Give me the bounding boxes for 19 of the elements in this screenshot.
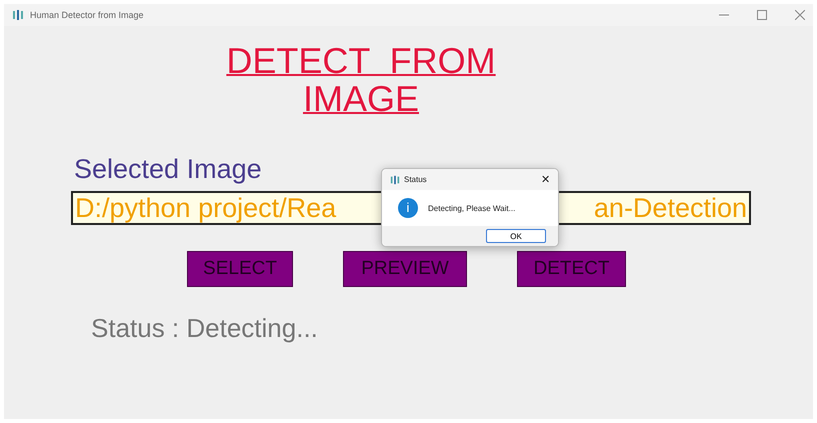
heading-text: IMAGE [302,80,419,118]
path-text: D:/python project/Rea [75,193,336,223]
path-text: an-Detection [594,193,747,223]
maximize-icon[interactable] [757,10,767,20]
app-icon [12,9,24,21]
action-button[interactable]: SELECT [187,251,293,287]
ok-button[interactable]: OK [486,229,546,243]
heading-text: DETECT FROM [226,42,496,80]
status-text: Status : Detecting... [91,313,319,344]
close-button[interactable]: ✕ [541,173,550,186]
app-icon [390,174,400,184]
action-button[interactable]: PREVIEW [343,251,467,287]
action-button[interactable]: DETECT [517,251,626,287]
close-icon[interactable] [795,10,805,20]
selected-image-label: Selected Image [74,154,262,185]
window-title: Human Detector from Image [30,10,144,20]
dialog-message: Detecting, Please Wait... [428,204,516,212]
dialog-title: Status [404,175,427,184]
info-icon: i [398,198,418,218]
